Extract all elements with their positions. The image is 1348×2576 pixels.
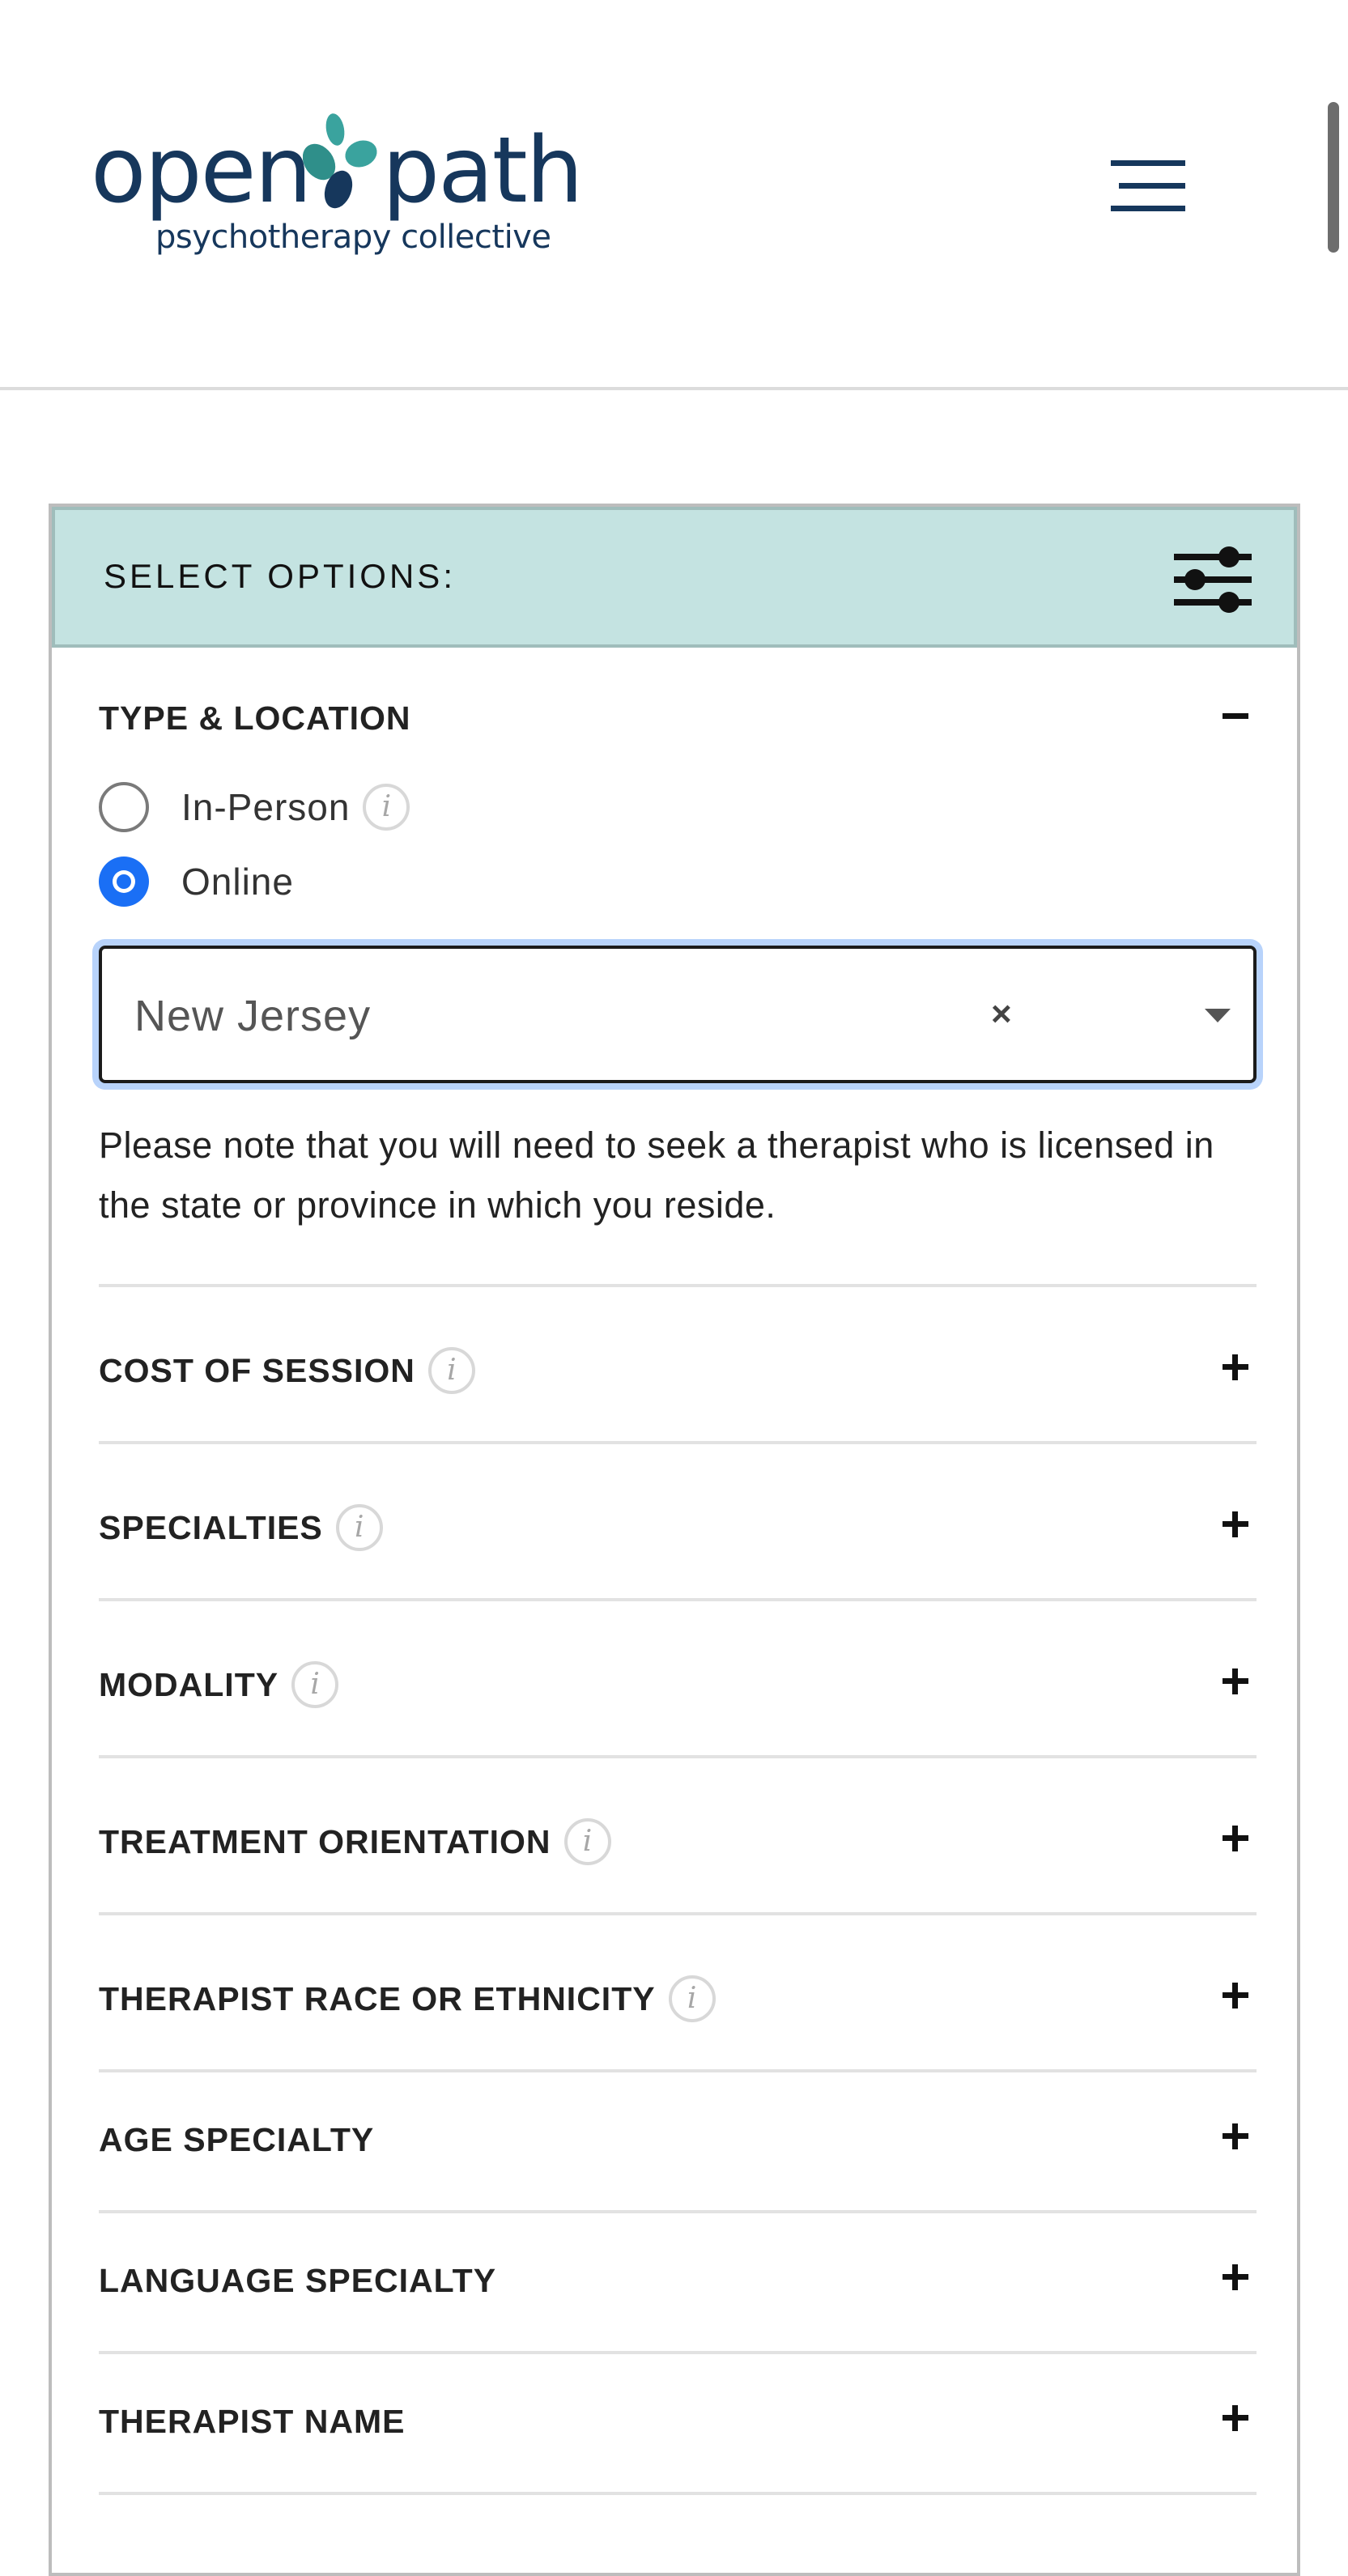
- section-specialties[interactable]: SPECIALTIES i: [99, 1499, 383, 1556]
- logo-tagline: psychotherapy collective: [155, 219, 551, 256]
- state-select[interactable]: New Jersey ×: [99, 946, 1257, 1083]
- collapse-minus-icon[interactable]: [1221, 701, 1250, 730]
- filter-panel-title: SELECT OPTIONS:: [104, 557, 456, 595]
- menu-line: [1119, 183, 1185, 189]
- section-heading: THERAPIST NAME: [99, 2402, 406, 2440]
- info-icon[interactable]: i: [427, 1347, 475, 1394]
- section-heading: LANGUAGE SPECIALTY: [99, 2261, 497, 2299]
- divider: [99, 2351, 1257, 2354]
- divider: [99, 2210, 1257, 2213]
- divider: [99, 2492, 1257, 2495]
- radio-button-checked[interactable]: [99, 857, 149, 907]
- expand-plus-icon[interactable]: [1221, 2121, 1250, 2150]
- expand-plus-icon[interactable]: [1221, 1352, 1250, 1381]
- divider: [99, 1284, 1257, 1287]
- section-heading: TREATMENT ORIENTATION: [99, 1822, 551, 1860]
- radio-button[interactable]: [99, 782, 149, 832]
- sliders-icon[interactable]: [1172, 546, 1253, 614]
- section-heading: COST OF SESSION: [99, 1351, 415, 1389]
- filter-panel-header: SELECT OPTIONS:: [52, 507, 1297, 648]
- filter-panel: SELECT OPTIONS: TYPE & LOCATION In-Perso…: [49, 504, 1300, 2576]
- logo-leaf-icon: [303, 113, 377, 209]
- section-age-specialty[interactable]: AGE SPECIALTY: [99, 2111, 374, 2168]
- radio-online[interactable]: Online: [99, 853, 294, 910]
- divider: [99, 1912, 1257, 1915]
- radio-label: In-Person: [181, 786, 351, 828]
- radio-label: Online: [181, 861, 294, 903]
- expand-plus-icon[interactable]: [1221, 1823, 1250, 1852]
- section-therapist-race[interactable]: THERAPIST RACE OR ETHNICITY i: [99, 1970, 716, 2027]
- section-cost-of-session[interactable]: COST OF SESSION i: [99, 1342, 475, 1399]
- type-location-heading[interactable]: TYPE & LOCATION: [99, 699, 411, 738]
- info-icon[interactable]: i: [335, 1504, 383, 1551]
- expand-plus-icon[interactable]: [1221, 1666, 1250, 1695]
- info-icon[interactable]: i: [291, 1661, 339, 1708]
- licensing-note: Please note that you will need to seek a…: [99, 1124, 1214, 1226]
- info-icon[interactable]: i: [563, 1818, 611, 1865]
- clear-selection-icon[interactable]: ×: [991, 994, 1012, 1035]
- state-select-value: New Jersey: [134, 992, 372, 1040]
- page-scrollbar[interactable]: [1328, 102, 1339, 253]
- divider: [99, 1598, 1257, 1601]
- section-heading: THERAPIST RACE OR ETHNICITY: [99, 1979, 656, 2017]
- expand-plus-icon[interactable]: [1221, 1980, 1250, 2009]
- section-treatment-orientation[interactable]: TREATMENT ORIENTATION i: [99, 1813, 611, 1870]
- divider: [99, 1441, 1257, 1444]
- site-header: open path psychotherapy collective: [0, 0, 1348, 390]
- section-therapist-name[interactable]: THERAPIST NAME: [99, 2393, 405, 2450]
- info-icon[interactable]: i: [668, 1975, 716, 2022]
- divider: [99, 1755, 1257, 1758]
- radio-in-person[interactable]: In-Person i: [99, 779, 410, 835]
- chevron-down-icon[interactable]: [1205, 1009, 1231, 1022]
- info-icon[interactable]: i: [363, 784, 410, 831]
- section-heading: MODALITY: [99, 1665, 279, 1703]
- section-heading: AGE SPECIALTY: [99, 2120, 375, 2158]
- section-language-specialty[interactable]: LANGUAGE SPECIALTY: [99, 2252, 496, 2309]
- expand-plus-icon[interactable]: [1221, 1509, 1250, 1538]
- divider: [99, 2069, 1257, 2072]
- hamburger-menu-icon[interactable]: [1108, 159, 1185, 215]
- expand-plus-icon[interactable]: [1221, 2262, 1250, 2291]
- logo-word-open: open: [91, 118, 313, 223]
- menu-line: [1111, 206, 1185, 211]
- expand-plus-icon[interactable]: [1221, 2403, 1250, 2432]
- section-modality[interactable]: MODALITY i: [99, 1656, 339, 1713]
- menu-line: [1111, 160, 1185, 166]
- openpath-logo[interactable]: open path psychotherapy collective: [91, 110, 584, 272]
- logo-word-path: path: [382, 118, 584, 223]
- section-heading: SPECIALTIES: [99, 1508, 323, 1546]
